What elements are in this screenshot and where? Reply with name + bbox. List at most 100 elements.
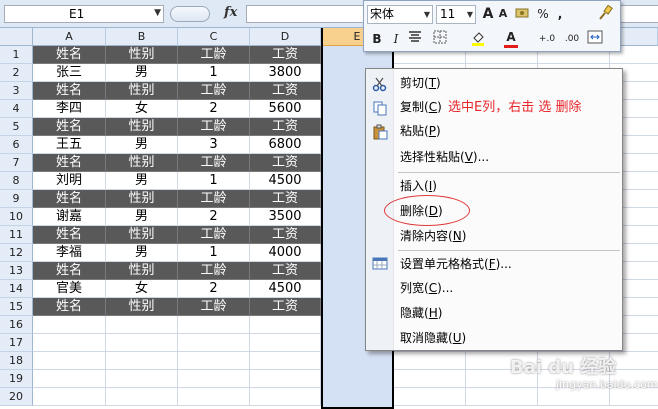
row-header[interactable]: 10 [0, 208, 33, 226]
row-header[interactable]: 9 [0, 190, 33, 208]
menu-item-hide[interactable]: 隐藏(H) [400, 303, 442, 323]
menu-item-column-width[interactable]: 列宽(C)... [400, 278, 453, 298]
cell-seniority[interactable]: 1 [178, 244, 250, 262]
cell-salary[interactable]: 工资 [250, 298, 321, 316]
cell-gender[interactable]: 男 [106, 208, 178, 226]
align-center-icon[interactable] [406, 30, 424, 48]
empty-cell[interactable] [466, 388, 538, 406]
cell-gender[interactable]: 男 [106, 64, 178, 82]
row-header[interactable]: 18 [0, 352, 33, 370]
font-size-box[interactable]: 11 ▼ [436, 5, 476, 24]
cell-name[interactable]: 官美 [33, 280, 106, 298]
fill-color-icon[interactable] [468, 30, 488, 48]
increase-decimal-button[interactable]: +.0 [536, 30, 558, 48]
menu-item-unhide[interactable]: 取消隐藏(U) [400, 328, 466, 348]
font-name-box[interactable]: 宋体 ▼ [367, 5, 433, 24]
cell-name[interactable]: 谢嘉 [33, 208, 106, 226]
cell-gender[interactable]: 男 [106, 136, 178, 154]
grow-font-button[interactable]: A [481, 5, 495, 23]
row-header[interactable]: 15 [0, 298, 33, 316]
menu-item-insert[interactable]: 插入(I) [400, 176, 437, 196]
cell-salary[interactable]: 工资 [250, 190, 321, 208]
cell-salary[interactable] [250, 370, 321, 388]
row-header[interactable]: 8 [0, 172, 33, 190]
row-header[interactable]: 17 [0, 334, 33, 352]
format-painter-icon[interactable] [596, 4, 614, 23]
chevron-down-icon[interactable]: ▼ [467, 6, 473, 23]
column-header-d[interactable]: D [250, 28, 321, 46]
cell-salary[interactable]: 5600 [250, 100, 321, 118]
menu-item-paste-special[interactable]: 选择性粘贴(V)... [400, 147, 489, 167]
row-header[interactable]: 7 [0, 154, 33, 172]
cell-seniority[interactable] [178, 334, 250, 352]
cell-name[interactable]: 姓名 [33, 226, 106, 244]
cell-name[interactable]: 姓名 [33, 82, 106, 100]
bold-button[interactable]: B [370, 30, 384, 48]
row-header[interactable]: 13 [0, 262, 33, 280]
cell-name[interactable]: 姓名 [33, 154, 106, 172]
cell-seniority[interactable]: 2 [178, 208, 250, 226]
cell-gender[interactable]: 性别 [106, 154, 178, 172]
row-header[interactable]: 4 [0, 100, 33, 118]
cell-seniority[interactable] [178, 316, 250, 334]
cell-seniority[interactable]: 工龄 [178, 154, 250, 172]
cell-gender[interactable] [106, 316, 178, 334]
cell-seniority[interactable]: 2 [178, 100, 250, 118]
menu-item-format-cells[interactable]: 设置单元格格式(F)... [400, 254, 512, 274]
cell-seniority[interactable]: 工龄 [178, 190, 250, 208]
cell-name[interactable]: 李福 [33, 244, 106, 262]
select-all-corner[interactable] [0, 28, 33, 46]
cell-name[interactable]: 张三 [33, 64, 106, 82]
cell-gender[interactable]: 性别 [106, 226, 178, 244]
formula-bar-toggle[interactable] [170, 6, 210, 22]
cell-seniority[interactable]: 1 [178, 64, 250, 82]
cell-salary[interactable]: 工资 [250, 226, 321, 244]
cell-gender[interactable]: 女 [106, 100, 178, 118]
cell-salary[interactable]: 工资 [250, 262, 321, 280]
cell-gender[interactable]: 男 [106, 244, 178, 262]
decrease-decimal-button[interactable]: .00 [561, 30, 583, 48]
column-header-c[interactable]: C [178, 28, 250, 46]
cell-name[interactable]: 姓名 [33, 46, 106, 64]
row-header[interactable]: 2 [0, 64, 33, 82]
cell-seniority[interactable]: 3 [178, 136, 250, 154]
cell-seniority[interactable] [178, 388, 250, 406]
cell-salary[interactable]: 工资 [250, 154, 321, 172]
cell-gender[interactable] [106, 352, 178, 370]
column-header-a[interactable]: A [33, 28, 106, 46]
cell-salary[interactable] [250, 316, 321, 334]
row-header[interactable]: 3 [0, 82, 33, 100]
cell-seniority[interactable] [178, 352, 250, 370]
cell-gender[interactable] [106, 370, 178, 388]
empty-cell[interactable] [610, 352, 658, 370]
cell-gender[interactable]: 性别 [106, 82, 178, 100]
row-header[interactable]: 20 [0, 388, 33, 406]
accounting-format-icon[interactable] [514, 5, 532, 23]
insert-function-icon[interactable]: fx [224, 5, 237, 20]
cell-gender[interactable]: 性别 [106, 46, 178, 64]
cell-salary[interactable]: 4000 [250, 244, 321, 262]
menu-item-copy[interactable]: 复制(C) [400, 97, 442, 117]
cell-seniority[interactable]: 工龄 [178, 262, 250, 280]
cell-name[interactable]: 刘明 [33, 172, 106, 190]
row-header[interactable]: 1 [0, 46, 33, 64]
cell-name[interactable] [33, 352, 106, 370]
cell-name[interactable] [33, 370, 106, 388]
comma-style-button[interactable]: , [554, 5, 566, 23]
chevron-down-icon[interactable]: ▼ [154, 8, 161, 18]
cell-name[interactable]: 王五 [33, 136, 106, 154]
name-box[interactable]: E1 ▼ [4, 5, 164, 23]
empty-cell[interactable] [394, 352, 466, 370]
cell-gender[interactable]: 性别 [106, 298, 178, 316]
cell-salary[interactable] [250, 352, 321, 370]
cell-salary[interactable]: 工资 [250, 46, 321, 64]
empty-cell[interactable] [394, 370, 466, 388]
cell-seniority[interactable]: 工龄 [178, 118, 250, 136]
cell-gender[interactable]: 性别 [106, 190, 178, 208]
menu-item-cut[interactable]: 剪切(T) [400, 73, 441, 93]
cell-name[interactable] [33, 388, 106, 406]
cell-gender[interactable]: 男 [106, 172, 178, 190]
row-header[interactable]: 16 [0, 316, 33, 334]
cell-salary[interactable]: 4500 [250, 172, 321, 190]
cell-gender[interactable] [106, 334, 178, 352]
